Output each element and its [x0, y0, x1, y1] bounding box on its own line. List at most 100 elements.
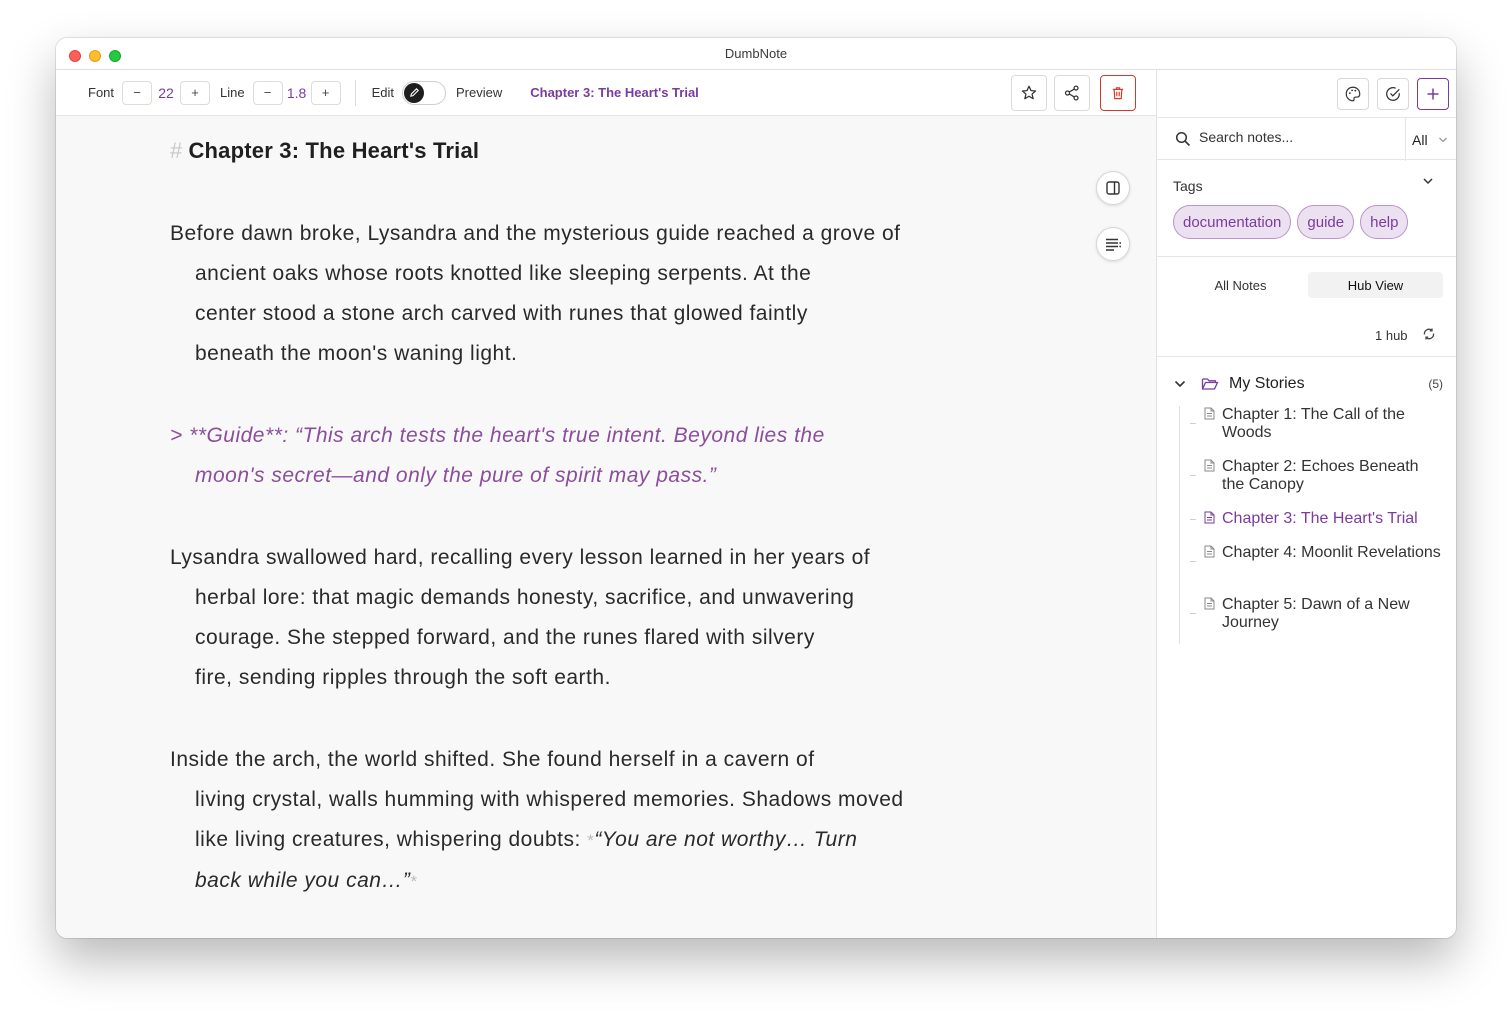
new-note-button[interactable]: [1417, 78, 1449, 110]
plus-icon: [1427, 88, 1439, 100]
line-height-label: Line: [220, 85, 245, 100]
quote-line: > **Guide**: “This arch tests the heart'…: [170, 424, 825, 447]
tree-connector: [1190, 423, 1196, 424]
view-tabs: All Notes Hub View: [1173, 272, 1443, 298]
quote-line: moon's secret—and only the pure of spiri…: [195, 464, 717, 487]
theme-button[interactable]: [1337, 78, 1369, 110]
heading-marker: #: [170, 138, 183, 163]
star-icon: [1021, 85, 1037, 100]
paragraph-3: Inside the arch, the world shifted. She …: [170, 740, 990, 902]
toolbar-divider: [354, 79, 356, 106]
tree-connector: [1190, 561, 1196, 562]
share-icon: [1064, 85, 1079, 101]
filter-value: All: [1412, 131, 1428, 148]
current-note-title: Chapter 3: The Heart's Trial: [530, 85, 699, 100]
tree-connector: [1190, 519, 1196, 520]
font-size-label: Font: [88, 85, 115, 100]
paragraph-line: back while you can…”*: [170, 861, 990, 902]
folder-name: My Stories: [1229, 375, 1305, 392]
folder-icon: [1201, 378, 1219, 390]
app-window: DumbNote Font − 22 + Line − 1.8 + Edit P…: [56, 38, 1456, 938]
paragraph-line: herbal lore: that magic demands honesty,…: [195, 586, 855, 609]
emphasis-marker: *: [410, 872, 418, 891]
search-filter-select[interactable]: All: [1405, 118, 1456, 161]
tag-chip[interactable]: help: [1360, 205, 1409, 239]
note-title: Chapter 5: Dawn of a New Journey: [1222, 596, 1410, 631]
palette-icon: [1345, 86, 1361, 102]
pencil-icon: [404, 82, 424, 103]
paragraph-line: Inside the arch, the world shifted. She …: [170, 748, 815, 771]
paragraph-line: beneath the moon's waning light.: [195, 342, 518, 365]
paragraph-2: Lysandra swallowed hard, recalling every…: [170, 538, 990, 698]
font-decrease-button[interactable]: −: [122, 80, 153, 105]
markdown-editor[interactable]: # Chapter 3: The Heart's Trial Before daw…: [170, 116, 990, 902]
document-icon: [1204, 407, 1215, 420]
emphasis-text: “You are not worthy… Turn: [594, 828, 858, 851]
paragraph-line: living crystal, walls humming with whisp…: [195, 788, 904, 811]
paragraph-line: ancient oaks whose roots knotted like sl…: [195, 262, 812, 285]
line-increase-button[interactable]: +: [310, 80, 341, 105]
edit-mode-label: Edit: [371, 85, 394, 100]
chevron-down-icon[interactable]: [1421, 174, 1435, 188]
emphasis-text: back while you can…”: [195, 869, 411, 892]
tree-connector: [1190, 613, 1196, 614]
outline-icon: [1106, 238, 1122, 251]
note-title: Chapter 2: Echoes Beneath the Canopy: [1222, 458, 1419, 493]
tree-connector: [1190, 475, 1196, 476]
paragraph-text: like living creatures, whispering doubts…: [195, 828, 588, 851]
font-size-value: 22: [158, 84, 174, 101]
tag-chip[interactable]: guide: [1297, 205, 1355, 239]
search-input[interactable]: [1199, 129, 1399, 145]
tasks-button[interactable]: [1377, 78, 1409, 110]
delete-note-button[interactable]: [1100, 75, 1136, 111]
tab-hub-view[interactable]: Hub View: [1308, 272, 1443, 298]
tab-all-notes[interactable]: All Notes: [1173, 272, 1308, 298]
minimize-window-button[interactable]: [89, 50, 101, 62]
font-increase-button[interactable]: +: [180, 80, 211, 105]
split-view-button[interactable]: [1096, 171, 1130, 205]
editor-pane: Font − 22 + Line − 1.8 + Edit Preview Ch…: [56, 70, 1156, 938]
document-icon: [1204, 597, 1215, 610]
hub-folder[interactable]: My Stories (5): [1173, 372, 1443, 396]
check-circle-icon: [1386, 87, 1400, 101]
trash-icon: [1112, 87, 1124, 100]
tags-heading: Tags: [1173, 178, 1203, 194]
window-controls: [69, 50, 121, 62]
window-title: DumbNote: [724, 46, 788, 61]
sidebar: All Tags documentation guide help All No…: [1156, 70, 1456, 938]
title-bar: DumbNote: [56, 38, 1456, 70]
note-heading: # Chapter 3: The Heart's Trial: [170, 138, 990, 164]
paragraph-line: courage. She stepped forward, and the ru…: [195, 626, 815, 649]
close-window-button[interactable]: [69, 50, 81, 62]
preview-mode-label: Preview: [456, 85, 503, 100]
hub-count: 1 hub: [1375, 328, 1408, 343]
split-view-icon: [1106, 181, 1120, 195]
paragraph-line: Before dawn broke, Lysandra and the myst…: [170, 222, 901, 245]
tag-list: documentation guide help: [1173, 205, 1409, 239]
note-title: Chapter 4: Moonlit Revelations: [1222, 544, 1441, 561]
note-tree: Chapter 1: The Call of the Woods Chapter…: [1179, 406, 1449, 644]
document-icon: [1204, 545, 1215, 558]
search-bar: All: [1157, 117, 1456, 161]
paragraph-line: like living creatures, whispering doubts…: [170, 820, 990, 861]
sidebar-divider: [1157, 256, 1456, 257]
search-icon: [1175, 131, 1191, 147]
editor-toolbar: Font − 22 + Line − 1.8 + Edit Preview Ch…: [56, 70, 1156, 116]
refresh-icon[interactable]: [1422, 327, 1436, 341]
line-height-value: 1.8: [286, 84, 307, 101]
maximize-window-button[interactable]: [109, 50, 121, 62]
note-title: Chapter 3: The Heart's Trial: [1222, 510, 1418, 527]
paragraph-1: Before dawn broke, Lysandra and the myst…: [170, 214, 990, 374]
favorite-button[interactable]: [1011, 75, 1047, 111]
edit-preview-toggle[interactable]: [402, 80, 446, 105]
blockquote: > **Guide**: “This arch tests the heart'…: [170, 416, 990, 496]
line-decrease-button[interactable]: −: [252, 80, 283, 105]
outline-button[interactable]: [1096, 227, 1130, 261]
chevron-down-icon: [1438, 137, 1447, 142]
chevron-down-icon[interactable]: [1173, 377, 1187, 391]
paragraph-line: fire, sending ripples through the soft e…: [195, 666, 611, 689]
tag-chip[interactable]: documentation: [1173, 205, 1292, 239]
heading-text: Chapter 3: The Heart's Trial: [188, 138, 480, 163]
paragraph-line: center stood a stone arch carved with ru…: [195, 302, 808, 325]
share-button[interactable]: [1054, 75, 1090, 111]
